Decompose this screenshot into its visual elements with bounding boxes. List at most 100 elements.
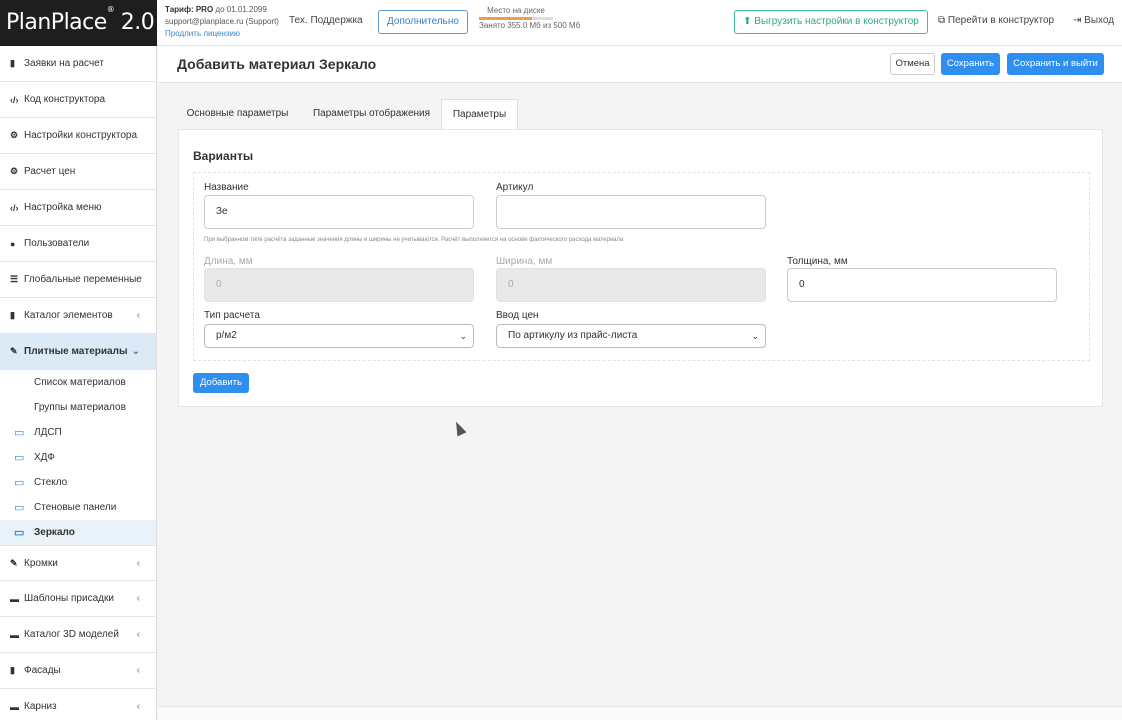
add-button[interactable]: Добавить: [193, 373, 249, 393]
sidebar-subitem-materials-list[interactable]: Список материалов: [0, 370, 156, 395]
export-label: Выгрузить настройки в конструктор: [754, 16, 919, 27]
save-and-exit-button[interactable]: Сохранить и выйти: [1007, 53, 1104, 75]
tab-display-params[interactable]: Параметры отображения: [301, 99, 442, 129]
logout-icon: ⇥: [1073, 15, 1082, 26]
support-link[interactable]: Тех. Поддержка: [289, 15, 363, 26]
sidebar-item-label: Шаблоны присадки: [24, 593, 114, 604]
sidebar-group-mirror[interactable]: ▭ Зеркало: [0, 520, 156, 545]
tariff-info: Тариф: PRO до 01.01.2099 support@planpla…: [165, 4, 279, 40]
sidebar-item-3d-models[interactable]: ▬ Каталог 3D моделей ‹: [0, 617, 156, 653]
logout-link[interactable]: ⇥ Выход: [1073, 15, 1114, 26]
footer: [158, 706, 1122, 720]
folder-open-icon: ▭: [14, 477, 25, 489]
sidebar-group-label: Стеновые панели: [34, 502, 117, 513]
registered-icon: ®: [106, 5, 115, 14]
sidebar-item-label: Настройки конструктора: [24, 130, 138, 141]
chevron-left-icon: ‹: [136, 557, 140, 569]
chevron-left-icon: ‹: [136, 665, 140, 676]
logo-version: 2.0: [120, 10, 155, 35]
sidebar-item-elements-catalog[interactable]: ▮ Каталог элементов ‹: [0, 298, 156, 334]
cornice-icon: ▬: [10, 701, 19, 712]
sidebar-group-glass[interactable]: ▭ Стекло: [0, 470, 156, 495]
name-field[interactable]: Зе: [204, 195, 474, 229]
sidebar-item-drilling-templates[interactable]: ▬ Шаблоны присадки ‹: [0, 581, 156, 617]
save-button[interactable]: Сохранить: [941, 53, 1000, 75]
tariff-plan: PRO: [195, 5, 214, 14]
sidebar-group-ldsp[interactable]: ▭ ЛДСП: [0, 420, 156, 445]
folder-open-icon: ▭: [14, 527, 25, 539]
cancel-button[interactable]: Отмена: [890, 53, 935, 75]
sidebar-item-label: Плитные материалы: [24, 346, 128, 357]
length-label: Длина, мм: [204, 256, 253, 267]
folder-open-icon: ▭: [14, 502, 25, 514]
sidebar-group-label: ЛДСП: [34, 427, 62, 438]
folder-open-icon: ▭: [14, 452, 25, 464]
article-label: Артикул: [496, 182, 534, 193]
tab-params[interactable]: Параметры: [441, 99, 518, 129]
chevron-left-icon: ‹: [136, 629, 140, 640]
thickness-field[interactable]: 0: [787, 268, 1057, 302]
tariff-until: до 01.01.2099: [215, 5, 267, 14]
sidebar-item-label: Код конструктора: [24, 94, 106, 105]
sidebar-item-global-variables[interactable]: ☰ Глобальные переменные: [0, 262, 156, 298]
sidebar-item-label: Расчет цен: [24, 166, 76, 177]
sidebar-item-label: Каталог элементов: [24, 310, 113, 321]
user-icon: ●: [10, 238, 16, 249]
chevron-down-icon: ⌄: [131, 346, 140, 357]
top-bar: PlanPlace® 2.0 Тариф: PRO до 01.01.2099 …: [0, 0, 1122, 46]
sidebar-item-users[interactable]: ● Пользователи: [0, 226, 156, 262]
chevron-left-icon: ‹: [136, 701, 140, 712]
sidebar-item-constructor-code[interactable]: ‹/› Код конструктора: [0, 82, 156, 118]
sidebar-item-edges[interactable]: ✎ Кромки ‹: [0, 545, 156, 581]
goto-constructor-link[interactable]: ⧉ Перейти в конструктор: [938, 15, 1054, 26]
more-button[interactable]: Дополнительно: [378, 10, 468, 34]
width-label: Ширина, мм: [496, 256, 553, 267]
sidebar-item-label: Каталог 3D моделей: [24, 629, 119, 640]
sidebar-item-constructor-settings[interactable]: ⚙ Настройки конструктора: [0, 118, 156, 154]
list-icon: ☰: [10, 274, 19, 284]
document-icon: ▮: [10, 58, 15, 68]
name-label: Название: [204, 182, 249, 193]
sidebar-subitem-material-groups[interactable]: Группы материалов: [0, 395, 156, 420]
disk-used-text: Занято 355.0 Мб из 500 Мб: [479, 21, 581, 30]
sidebar-item-label: Глобальные переменные: [24, 274, 142, 285]
sidebar-item-sheet-materials[interactable]: ✎ Плитные материалы ⌄: [0, 334, 156, 370]
article-field[interactable]: [496, 195, 766, 229]
renew-license-link[interactable]: Продлить лицензию: [165, 28, 279, 40]
sidebar-item-cornice[interactable]: ▬ Карниз ‹: [0, 689, 156, 720]
calc-type-select[interactable]: р/м2 ⌄: [204, 324, 474, 348]
sidebar-item-menu-settings[interactable]: ‹/› Настройка меню: [0, 190, 156, 226]
template-icon: ▬: [10, 593, 19, 604]
chevron-left-icon: ‹: [136, 310, 140, 321]
price-input-select[interactable]: По артикулу из прайс-листа ⌄: [496, 324, 766, 348]
sidebar-item-facades[interactable]: ▮ Фасады ‹: [0, 653, 156, 689]
chevron-down-icon: ⌄: [459, 331, 467, 341]
chevron-left-icon: ‹: [136, 593, 140, 604]
export-settings-button[interactable]: ⬆ Выгрузить настройки в конструктор: [734, 10, 928, 34]
width-field[interactable]: 0: [496, 268, 766, 302]
external-link-icon: ⧉: [938, 15, 946, 26]
disk-progress-bar: [479, 17, 553, 20]
disk-usage: Место на диске Занято 355.0 Мб из 500 Мб: [479, 6, 581, 30]
calc-type-value: р/м2: [216, 330, 237, 341]
brush-icon: ✎: [10, 557, 18, 568]
book-icon: ▮: [10, 310, 15, 320]
sidebar-item-price-calc[interactable]: ⚙ Расчет цен: [0, 154, 156, 190]
calc-hint: При выбранном типе расчёта заданные знач…: [204, 237, 624, 243]
sidebar-group-wall-panels[interactable]: ▭ Стеновые панели: [0, 495, 156, 520]
sidebar-item-label: Заявки на расчет: [24, 58, 104, 69]
sidebar-group-label: ХДФ: [34, 452, 55, 463]
code-icon: ‹/›: [10, 202, 19, 213]
tab-main-params[interactable]: Основные параметры: [178, 99, 297, 129]
logo[interactable]: PlanPlace® 2.0: [0, 0, 157, 46]
sidebar-group-hdf[interactable]: ▭ ХДФ: [0, 445, 156, 470]
page-header: Добавить материал Зеркало Отмена Сохрани…: [158, 46, 1122, 83]
gears-icon: ⚙: [10, 130, 19, 140]
account-email: support@planplace.ru (Support): [165, 17, 279, 26]
disk-title: Место на диске: [487, 6, 545, 15]
sidebar-item-requests[interactable]: ▮ Заявки на расчет: [0, 46, 156, 82]
main-content: Добавить материал Зеркало Отмена Сохрани…: [158, 46, 1122, 720]
disk-progress-fill: [479, 17, 532, 20]
length-field[interactable]: 0: [204, 268, 474, 302]
sidebar: ▮ Заявки на расчет ‹/› Код конструктора ⚙ Н…: [0, 46, 157, 720]
